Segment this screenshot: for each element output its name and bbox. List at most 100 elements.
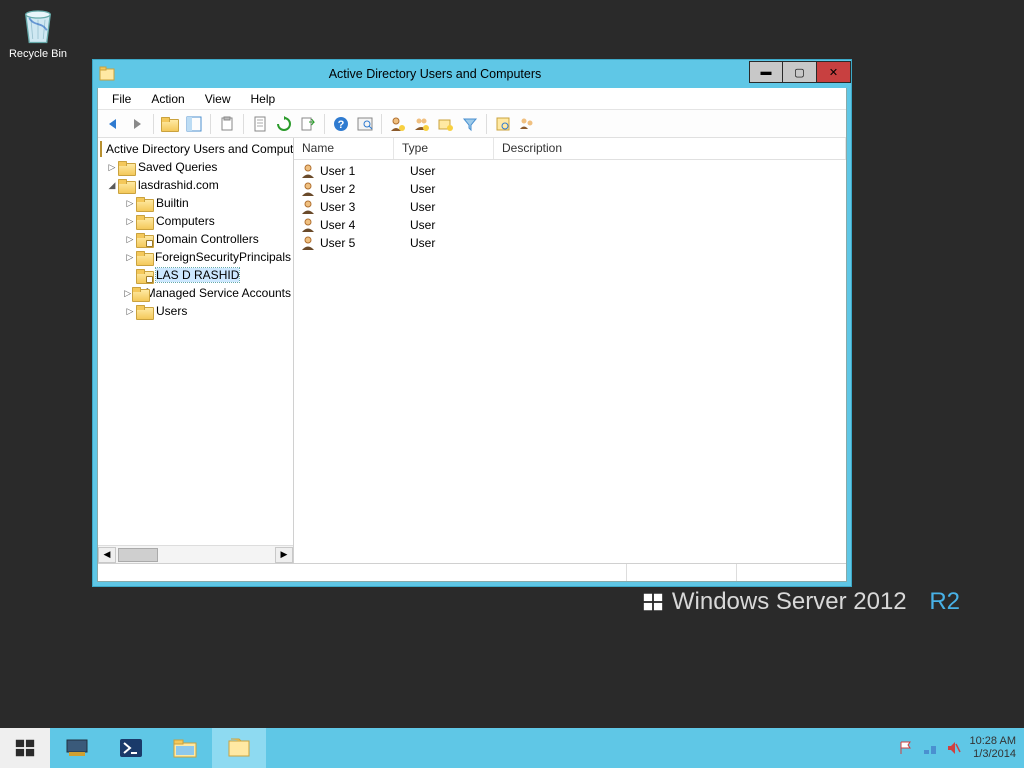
close-button[interactable]: ✕ — [817, 61, 851, 83]
user-icon — [300, 181, 316, 197]
tree-domain-controllers[interactable]: ▷ Domain Controllers — [98, 230, 293, 248]
filter-icon — [462, 116, 478, 132]
window-title: Active Directory Users and Computers — [121, 67, 749, 81]
new-ou-button[interactable] — [435, 113, 457, 135]
list-item[interactable]: User 5User — [294, 234, 846, 252]
help-button[interactable]: ? — [330, 113, 352, 135]
expand-icon[interactable]: ▷ — [124, 198, 136, 209]
expand-icon[interactable]: ▷ — [124, 234, 136, 245]
task-powershell[interactable] — [104, 728, 158, 768]
sheet-icon — [252, 116, 268, 132]
expand-icon[interactable]: ▷ — [124, 252, 136, 263]
folder-icon — [136, 215, 152, 228]
task-server-manager[interactable] — [50, 728, 104, 768]
user-group-icon — [519, 116, 535, 132]
windows-logo-icon — [14, 737, 36, 759]
tree-computers[interactable]: ▷ Computers — [98, 212, 293, 230]
ou-add-icon — [438, 116, 454, 132]
user-icon — [300, 217, 316, 233]
list-item[interactable]: User 3User — [294, 198, 846, 216]
arrow-right-icon — [129, 116, 145, 132]
tree-builtin[interactable]: ▷ Builtin — [98, 194, 293, 212]
help-icon: ? — [333, 116, 349, 132]
expand-icon[interactable]: ▷ — [106, 162, 118, 173]
group-add-icon — [414, 116, 430, 132]
start-button[interactable] — [0, 728, 50, 768]
up-folder-button[interactable] — [159, 113, 181, 135]
scroll-thumb[interactable] — [118, 548, 158, 562]
folder-icon — [132, 287, 142, 300]
menu-action[interactable]: Action — [141, 90, 194, 108]
menu-file[interactable]: File — [102, 90, 141, 108]
back-button[interactable] — [102, 113, 124, 135]
recycle-bin[interactable]: Recycle Bin — [8, 4, 68, 60]
tree-root[interactable]: Active Directory Users and Computers — [98, 140, 293, 158]
properties-button[interactable] — [249, 113, 271, 135]
list-item[interactable]: User 2User — [294, 180, 846, 198]
column-type[interactable]: Type — [394, 138, 494, 159]
scroll-left-button[interactable]: ◀ — [98, 547, 116, 563]
folder-icon — [136, 251, 151, 264]
filter-button[interactable] — [459, 113, 481, 135]
server-manager-icon — [63, 734, 91, 762]
cut-button[interactable] — [216, 113, 238, 135]
panel-icon — [186, 116, 202, 132]
titlebar[interactable]: Active Directory Users and Computers ▬ ▢… — [93, 60, 851, 88]
app-icon — [99, 66, 115, 82]
list-header: Name Type Description — [294, 138, 846, 160]
clock-date: 1/3/2014 — [970, 748, 1016, 761]
clock-time: 10:28 AM — [970, 735, 1016, 748]
find-button[interactable] — [354, 113, 376, 135]
tree-saved-queries[interactable]: ▷ Saved Queries — [98, 158, 293, 176]
task-aduc[interactable] — [212, 728, 266, 768]
tree-users[interactable]: ▷ Users — [98, 302, 293, 320]
tree-selected-ou[interactable]: LAS D RASHID — [98, 266, 293, 284]
new-user-button[interactable] — [387, 113, 409, 135]
recycle-bin-icon — [17, 4, 59, 46]
tree-domain[interactable]: ◢ lasdrashid.com — [98, 176, 293, 194]
list-item[interactable]: User 4User — [294, 216, 846, 234]
list-item[interactable]: User 1User — [294, 162, 846, 180]
add-to-group-button[interactable] — [516, 113, 538, 135]
collapse-icon[interactable]: ◢ — [106, 180, 118, 191]
export-icon — [300, 116, 316, 132]
tree-fsp[interactable]: ▷ ForeignSecurityPrincipals — [98, 248, 293, 266]
ou-icon — [136, 269, 152, 282]
network-tray-icon[interactable] — [922, 740, 938, 756]
tree-msa[interactable]: ▷ Managed Service Accounts — [98, 284, 293, 302]
list-body: User 1User User 2User User 3User User 4U… — [294, 160, 846, 563]
show-hide-tree-button[interactable] — [183, 113, 205, 135]
forward-button[interactable] — [126, 113, 148, 135]
powershell-icon — [117, 734, 145, 762]
menu-help[interactable]: Help — [241, 90, 286, 108]
user-icon — [300, 163, 316, 179]
query-button[interactable] — [492, 113, 514, 135]
folder-icon — [118, 161, 134, 174]
expand-icon[interactable]: ▷ — [124, 288, 132, 299]
menu-view[interactable]: View — [195, 90, 241, 108]
maximize-button[interactable]: ▢ — [783, 61, 817, 83]
scroll-right-button[interactable]: ▶ — [275, 547, 293, 563]
volume-tray-icon[interactable] — [946, 740, 962, 756]
taskbar: 10:28 AM 1/3/2014 — [0, 728, 1024, 768]
user-add-icon — [390, 116, 406, 132]
folder-icon — [161, 117, 177, 130]
column-name[interactable]: Name — [294, 138, 394, 159]
minimize-button[interactable]: ▬ — [749, 61, 783, 83]
refresh-button[interactable] — [273, 113, 295, 135]
clock[interactable]: 10:28 AM 1/3/2014 — [970, 735, 1016, 761]
flag-tray-icon[interactable] — [898, 740, 914, 756]
explorer-icon — [171, 734, 199, 762]
column-description[interactable]: Description — [494, 138, 846, 159]
export-button[interactable] — [297, 113, 319, 135]
system-tray: 10:28 AM 1/3/2014 — [890, 728, 1024, 768]
expand-icon[interactable]: ▷ — [124, 216, 136, 227]
tree-hscroll[interactable]: ◀ ▶ — [98, 545, 293, 563]
arrow-left-icon — [105, 116, 121, 132]
task-explorer[interactable] — [158, 728, 212, 768]
expand-icon[interactable]: ▷ — [124, 306, 136, 317]
list-pane: Name Type Description User 1User User 2U… — [294, 138, 846, 563]
new-group-button[interactable] — [411, 113, 433, 135]
scroll-track[interactable] — [116, 547, 275, 563]
ou-icon — [136, 233, 152, 246]
